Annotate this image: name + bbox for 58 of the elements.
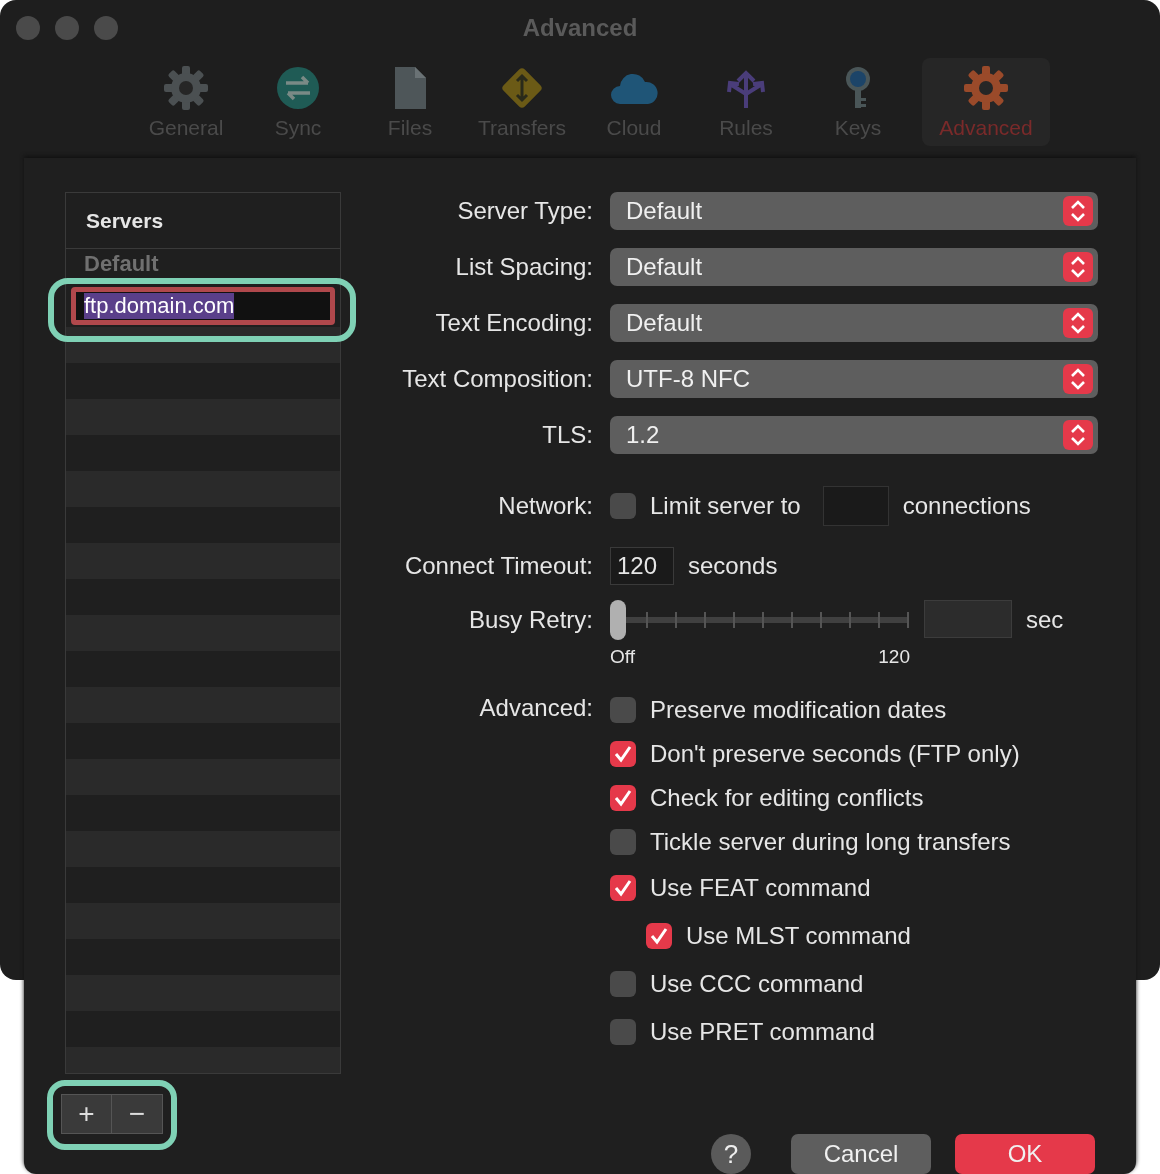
field-label: Connect Timeout: xyxy=(403,552,594,580)
checkbox-label: Use PRET command xyxy=(650,1018,875,1046)
popup-menu[interactable]: UTF-8 NFC xyxy=(610,360,1098,398)
checkbox-label: Limit server to xyxy=(650,492,801,520)
checkbox-label: Don't preserve seconds (FTP only) xyxy=(650,740,1020,768)
list-header: Servers xyxy=(66,193,340,249)
rename-field[interactable]: ftp.domain.com xyxy=(71,287,335,325)
field-label: List Spacing: xyxy=(454,252,594,282)
min-label: Off xyxy=(610,646,635,668)
field-label: Server Type: xyxy=(456,196,594,226)
checkbox[interactable] xyxy=(610,829,636,855)
popup-menu[interactable]: Default xyxy=(610,248,1098,286)
checkbox[interactable] xyxy=(610,971,636,997)
checkbox-label: Use FEAT command xyxy=(650,874,871,902)
popup-menu[interactable]: Default xyxy=(610,304,1098,342)
checkbox-label: Check for editing conflicts xyxy=(650,784,924,812)
field-label: Text Composition: xyxy=(401,364,594,394)
window-control-icon[interactable] xyxy=(94,16,118,40)
window-control-icon[interactable] xyxy=(55,16,79,40)
chevron-updown-icon xyxy=(1063,308,1093,338)
checkbox[interactable] xyxy=(610,1019,636,1045)
slider-thumb[interactable] xyxy=(610,600,626,640)
field-label: Busy Retry: xyxy=(467,605,594,635)
chevron-updown-icon xyxy=(1063,420,1093,450)
timeout-field[interactable]: 120 xyxy=(610,547,674,585)
checkbox[interactable] xyxy=(610,875,636,901)
max-label: 120 xyxy=(878,646,910,668)
seconds-field[interactable] xyxy=(924,600,1012,638)
checkbox[interactable] xyxy=(610,785,636,811)
popup-menu[interactable]: Default xyxy=(610,192,1098,230)
window-control-icon[interactable] xyxy=(16,16,40,40)
popup-menu[interactable]: 1.2 xyxy=(610,416,1098,454)
checkbox-label: Use CCC command xyxy=(650,970,864,998)
gear-icon xyxy=(962,64,1010,112)
unit-label: connections xyxy=(902,492,1031,520)
checkbox[interactable] xyxy=(610,697,636,723)
checkbox[interactable] xyxy=(610,741,636,767)
unit-label: seconds xyxy=(688,552,778,580)
field-label: Advanced: xyxy=(478,693,594,723)
checkbox-label: Tickle server during long transfers xyxy=(650,828,1011,856)
connections-field[interactable] xyxy=(822,486,889,526)
ok-button[interactable]: OK xyxy=(955,1134,1095,1174)
chevron-updown-icon xyxy=(1063,252,1093,282)
cancel-button[interactable]: Cancel xyxy=(791,1134,931,1174)
sync-icon xyxy=(274,64,322,112)
gear-icon xyxy=(162,64,210,112)
checkbox[interactable] xyxy=(610,493,636,519)
checkbox-label: Use MLST command xyxy=(686,922,911,950)
checkbox[interactable] xyxy=(646,923,672,949)
field-label: Network: xyxy=(497,492,594,520)
chevron-updown-icon xyxy=(1063,364,1093,394)
chevron-updown-icon xyxy=(1063,196,1093,226)
field-label: Text Encoding: xyxy=(434,308,594,338)
field-label: TLS: xyxy=(541,420,594,450)
unit-label: sec xyxy=(1026,605,1064,635)
help-button[interactable]: ? xyxy=(711,1134,751,1174)
checkbox-label: Preserve modification dates xyxy=(650,696,947,724)
window-title: Advanced xyxy=(522,14,638,42)
